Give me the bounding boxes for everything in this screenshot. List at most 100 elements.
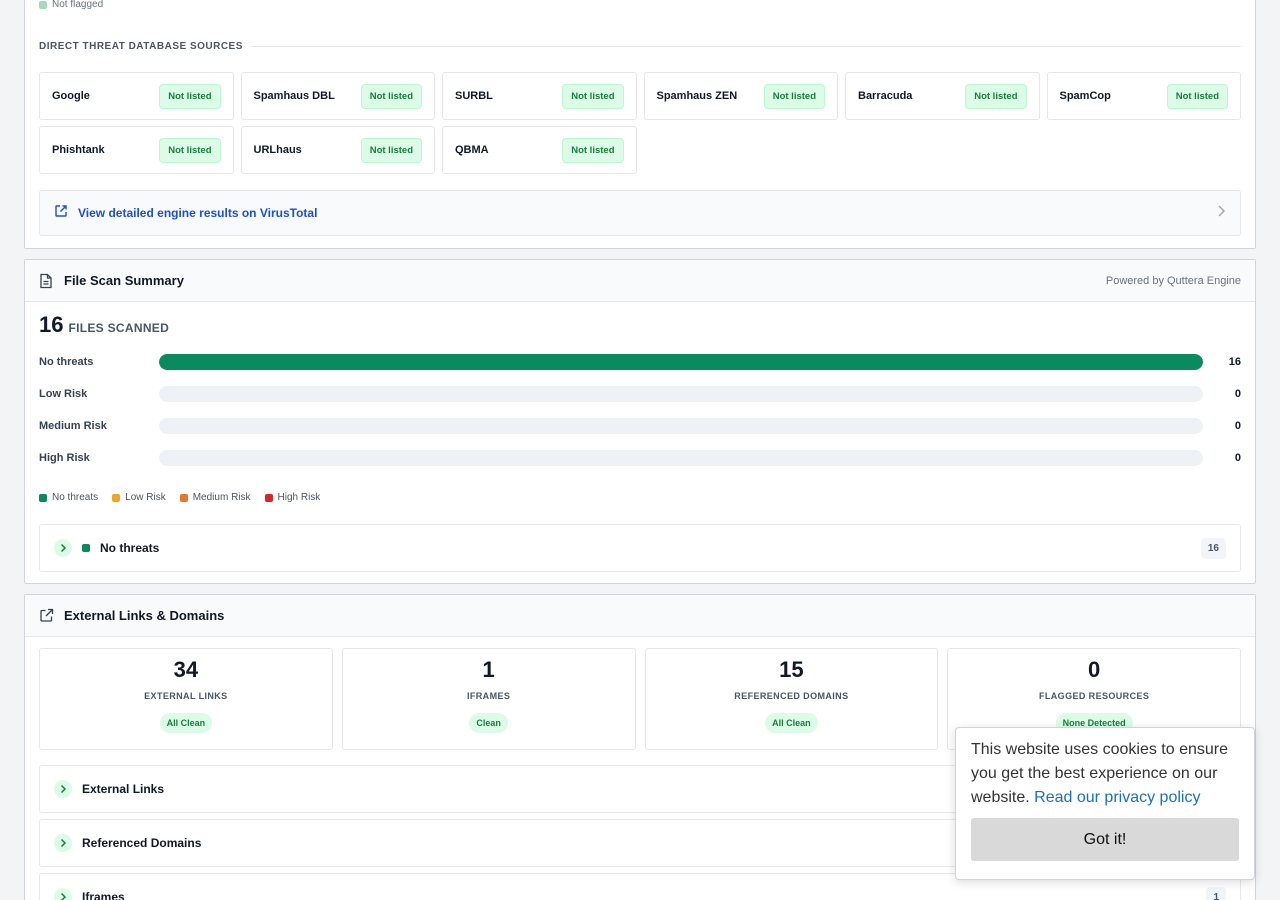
chevron-right-icon[interactable] [54,780,72,798]
bar-label: No threats [39,356,94,368]
status-badge: Not listed [562,137,624,163]
accordion-title: No threats [100,541,160,555]
legend-swatch [112,493,121,502]
files-scanned: 16 FILES SCANNED [39,312,169,338]
source-name: Phishtank [52,144,105,156]
bar-label: Medium Risk [39,420,107,432]
status-badge: Not listed [159,83,221,109]
bar-fill [159,354,1203,370]
privacy-policy-link[interactable]: Read our privacy policy [1034,789,1200,806]
source-surbl: SURBL Not listed [442,72,637,120]
files-label: FILES SCANNED [68,321,170,335]
source-phishtank: Phishtank Not listed [39,126,234,174]
status-swatch [82,544,90,552]
status-badge: Not listed [965,83,1027,109]
bar-track [159,386,1203,402]
stat-iframes: 1 IFRAMES Clean [341,648,636,750]
bar-track [159,450,1203,466]
chevron-right-icon[interactable] [54,539,72,557]
accept-cookies-button[interactable]: Got it! [971,818,1239,861]
bar-track [159,354,1203,370]
not-flagged-legend: Not flagged [39,0,103,10]
card-header: External Links & Domains [25,595,1255,637]
source-name: URLhaus [253,144,302,156]
legend-swatch [39,493,47,502]
document-icon [39,273,55,289]
bar-track [159,418,1203,434]
accordion-title: Referenced Domains [82,836,202,850]
bar-value: 0 [1234,420,1241,432]
legend-item: No threats [39,492,98,503]
external-link-icon [39,608,55,624]
source-name: QBMA [455,144,489,156]
virustotal-link[interactable]: View detailed engine results on VirusTot… [39,190,1241,236]
chevron-right-icon [1216,204,1226,222]
legend-label: Not flagged [52,0,104,10]
external-link-icon [54,204,68,223]
stat-external-links: 34 EXTERNAL LINKS All Clean [39,648,333,750]
risk-legend: No threats Low Risk Medium Risk High Ris… [39,492,334,503]
card-title: External Links & Domains [64,608,225,623]
accordion-title: Iframes [82,890,125,900]
status-badge: Not listed [562,83,624,109]
status-badge: Not listed [360,137,422,163]
bar-value: 0 [1234,388,1241,400]
card-title: File Scan Summary [64,273,184,288]
section-title: DIRECT THREAT DATABASE SOURCES [39,41,1241,52]
stat-value: 1 [482,657,495,682]
chevron-right-icon[interactable] [54,888,72,900]
bar-value: 0 [1234,452,1241,464]
card-header: File Scan Summary Powered by Quttera Eng… [25,260,1255,302]
source-qbma: QBMA Not listed [442,126,637,174]
threat-database-card: Not flagged DIRECT THREAT DATABASE SOURC… [24,0,1256,249]
cookie-banner: This website uses cookies to ensure you … [955,727,1255,880]
bar-row-medium-risk: Medium Risk 0 [39,418,1241,434]
stat-label: IFRAMES [466,691,511,701]
section-title-text: DIRECT THREAT DATABASE SOURCES [39,41,243,52]
source-name: Barracuda [858,90,913,102]
stat-label: REFERENCED DOMAINS [734,691,849,701]
status-badge: All Clean [159,713,213,733]
source-spamhaus-zen: Spamhaus ZEN Not listed [643,72,838,120]
source-google: Google Not listed [39,72,234,120]
files-count: 16 [39,312,64,337]
bar-row-low-risk: Low Risk 0 [39,386,1241,402]
stat-label: FLAGGED RESOURCES [1038,691,1150,701]
legend-item: Low Risk [112,492,166,503]
bar-label: High Risk [39,452,90,464]
status-badge: All Clean [765,713,818,733]
accordion-no-threats[interactable]: No threats 16 [39,524,1241,572]
bar-value: 16 [1228,356,1241,368]
count-badge: 16 [1200,537,1226,559]
stat-value: 34 [173,657,199,682]
count-badge: 1 [1206,886,1226,900]
divider [250,46,1241,47]
chevron-right-icon[interactable] [54,834,72,852]
virustotal-link-label: View detailed engine results on VirusTot… [78,206,318,220]
stat-referenced-domains: 15 REFERENCED DOMAINS All Clean [644,648,939,750]
legend-swatch [39,0,47,9]
bar-row-no-threats: No threats 16 [39,354,1241,370]
source-urlhaus: URLhaus Not listed [240,126,435,174]
legend-label: High Risk [277,492,321,503]
source-spamcop: SpamCop Not listed [1046,72,1241,120]
legend-swatch [179,493,188,502]
source-spamhaus-dbl: Spamhaus DBL Not listed [240,72,435,120]
accordion-title: External Links [82,782,165,796]
source-name: SURBL [455,90,493,102]
status-badge: Clean [469,713,508,733]
file-scan-card: File Scan Summary Powered by Quttera Eng… [24,259,1256,584]
source-barracuda: Barracuda Not listed [845,72,1040,120]
legend-swatch [264,493,273,502]
legend-label: No threats [52,492,99,503]
status-badge: Not listed [159,137,221,163]
source-name: SpamCop [1059,90,1111,102]
powered-by: Powered by Quttera Engine [1105,274,1241,287]
stat-label: EXTERNAL LINKS [144,691,228,701]
source-name: Spamhaus DBL [253,90,335,102]
legend-item: High Risk [264,492,321,503]
status-badge: Not listed [1166,83,1228,109]
legend-label: Low Risk [125,492,166,503]
legend-label: Medium Risk [192,492,251,503]
source-name: Spamhaus ZEN [656,90,738,102]
